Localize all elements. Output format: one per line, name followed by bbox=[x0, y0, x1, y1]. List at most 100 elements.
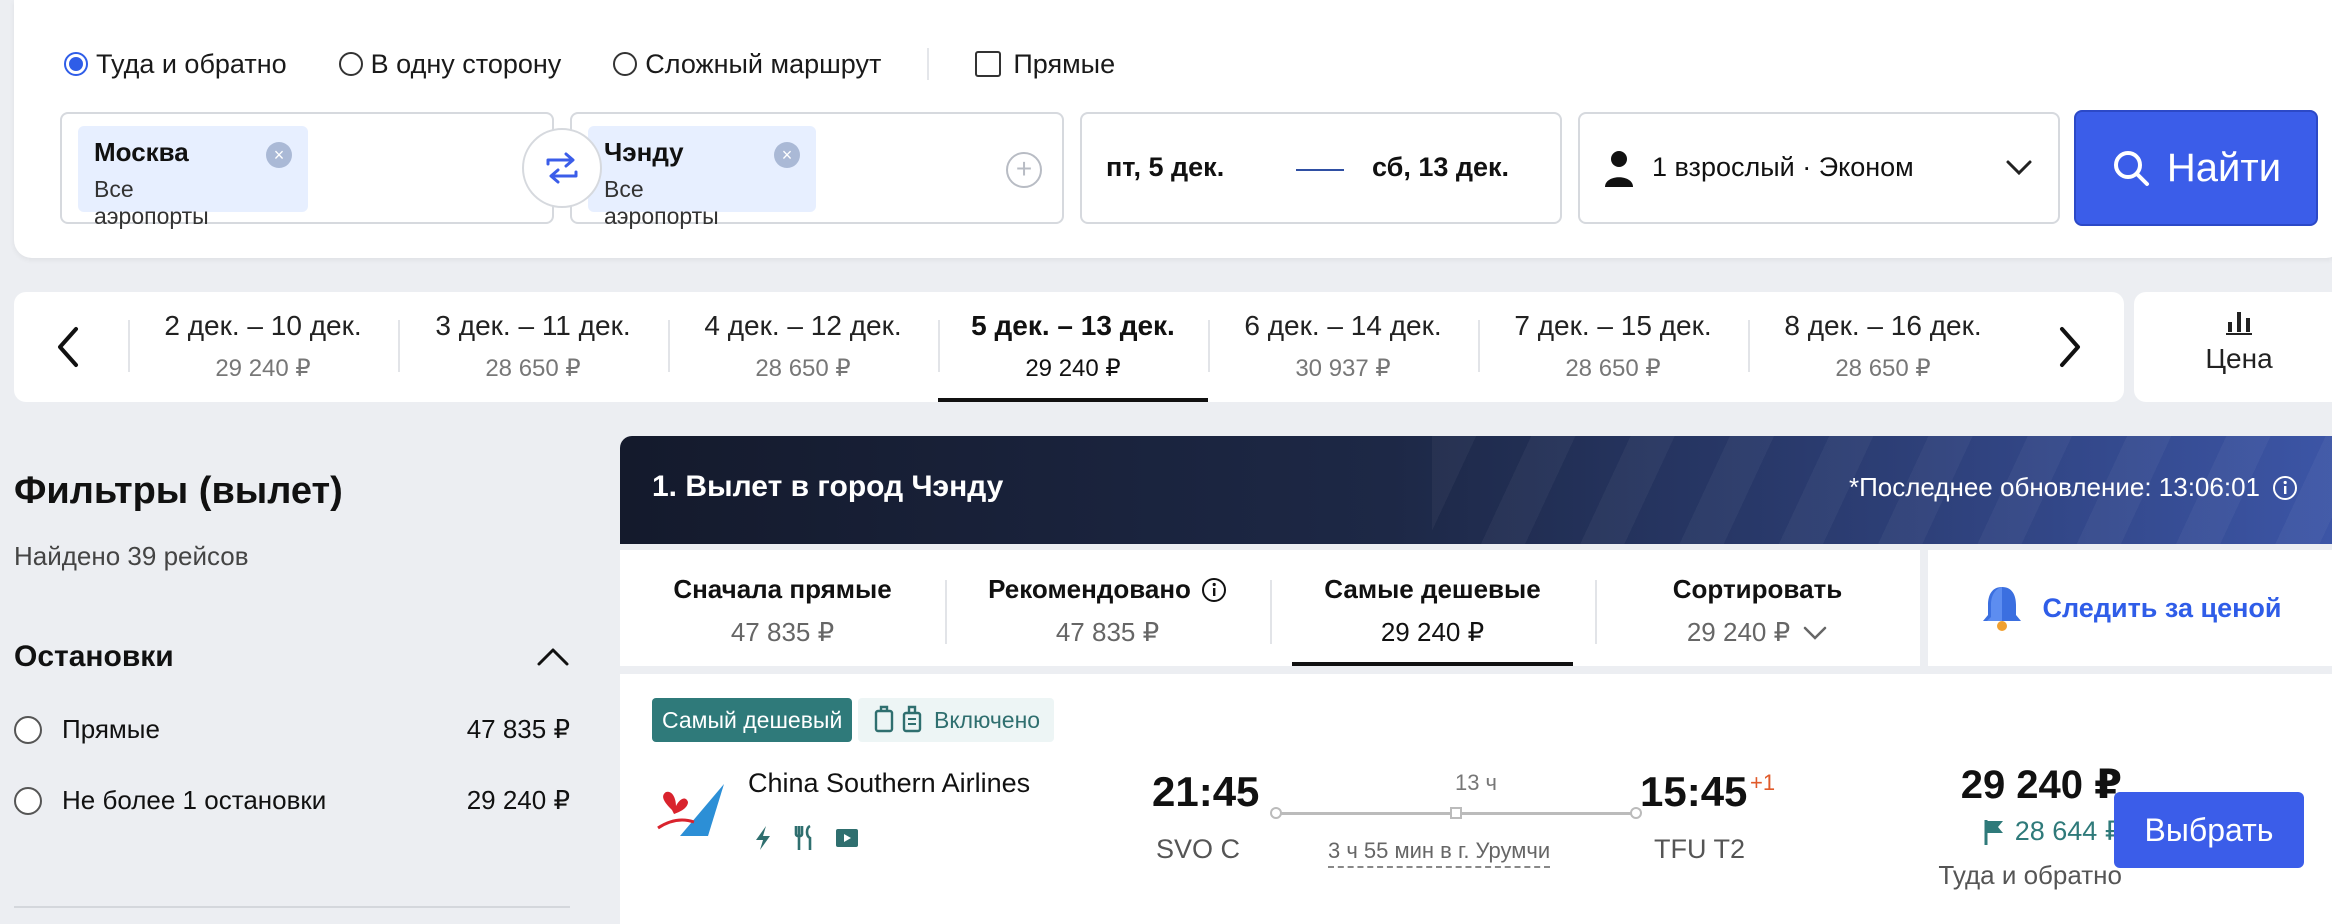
trip-type-roundtrip[interactable]: Туда и обратно bbox=[64, 49, 287, 80]
alt-price-value: 28 644 ₽ bbox=[2014, 816, 2122, 846]
clear-destination-icon[interactable]: × bbox=[774, 142, 800, 168]
passengers-field[interactable]: 1 взрослый · Эконом bbox=[1578, 112, 2060, 224]
price-chart-toggle[interactable]: Цена bbox=[2134, 292, 2332, 402]
origin-airports: Все аэропорты bbox=[94, 176, 209, 229]
stops-title: Остановки bbox=[14, 640, 174, 673]
stop-option-direct[interactable]: Прямые 47 835 ₽ bbox=[14, 714, 570, 745]
direct-checkbox[interactable] bbox=[975, 51, 1002, 77]
radio-roundtrip[interactable] bbox=[64, 52, 88, 76]
date-range: 2 дек. – 10 дек. bbox=[164, 310, 362, 341]
route-dot-stop bbox=[1450, 807, 1462, 819]
divider bbox=[14, 906, 570, 908]
date-price: 28 650 ₽ bbox=[485, 355, 581, 382]
passengers-summary: 1 взрослый · Эконом bbox=[1652, 152, 1914, 182]
bar-chart-icon bbox=[2226, 312, 2252, 335]
date-option[interactable]: 6 дек. – 14 дек. 30 937 ₽ bbox=[1208, 292, 1478, 402]
select-flight-button[interactable]: Выбрать bbox=[2114, 792, 2304, 868]
destination-field[interactable]: Чэнду Все аэропорты × + bbox=[570, 112, 1064, 229]
direct-label: Прямые bbox=[1013, 48, 1116, 79]
info-icon bbox=[1201, 577, 1226, 602]
stops-section-header[interactable]: Остановки bbox=[14, 640, 570, 674]
origin-field[interactable]: Москва Все аэропорты × bbox=[60, 112, 554, 229]
date-range: 6 дек. – 14 дек. bbox=[1244, 310, 1442, 341]
date-strip: 2 дек. – 10 дек. 29 240 ₽ 3 дек. – 11 дек… bbox=[14, 292, 2124, 402]
date-range: 5 дек. – 13 дек. bbox=[971, 310, 1175, 341]
date-separator bbox=[1296, 169, 1344, 171]
arrival-airport: TFU T2 bbox=[1654, 834, 1746, 864]
origin-city: Москва bbox=[94, 137, 189, 167]
date-price: 29 240 ₽ bbox=[1025, 355, 1121, 382]
stop-option-one-stop[interactable]: Не более 1 остановки 29 240 ₽ bbox=[14, 785, 570, 816]
chevron-left-icon bbox=[58, 327, 78, 367]
watch-price-label: Следить за ценой bbox=[2042, 592, 2282, 623]
clear-origin-icon[interactable]: × bbox=[266, 142, 292, 168]
origin-chip[interactable]: Москва Все аэропорты × bbox=[78, 126, 308, 229]
date-option[interactable]: 2 дек. – 10 дек. 29 240 ₽ bbox=[128, 292, 398, 402]
stop-price: 29 240 ₽ bbox=[466, 785, 570, 815]
route-line bbox=[1270, 807, 1642, 819]
sort-tab-price: 47 835 ₽ bbox=[730, 617, 835, 647]
date-option[interactable]: 4 дек. – 12 дек. 28 650 ₽ bbox=[668, 292, 938, 402]
meal-icon bbox=[792, 824, 818, 852]
watch-price-button[interactable]: Следить за ценой bbox=[1928, 550, 2332, 666]
info-icon bbox=[2273, 475, 2297, 500]
prev-dates-button[interactable] bbox=[48, 322, 88, 372]
last-update: *Последнее обновление: 13:06:01 bbox=[1849, 472, 2298, 503]
layover-info[interactable]: 3 ч 55 мин в г. Урумчи bbox=[1328, 838, 1551, 868]
filters-title: Фильтры (вылет) bbox=[14, 470, 343, 512]
next-dates-button[interactable] bbox=[2050, 322, 2090, 372]
alt-price: 28 644 ₽ bbox=[1822, 816, 2122, 847]
flag-icon bbox=[1984, 819, 2003, 845]
date-range: 8 дек. – 16 дек. bbox=[1784, 310, 1982, 341]
chevron-down-icon bbox=[2006, 160, 2032, 176]
sort-tab-custom[interactable]: Сортировать 29 240 ₽ bbox=[1595, 550, 1920, 666]
power-icon bbox=[750, 824, 776, 852]
search-button-label: Найти bbox=[2166, 145, 2282, 190]
sort-tab-title-row: Рекомендовано bbox=[945, 574, 1270, 605]
trip-type-oneway[interactable]: В одну сторону bbox=[338, 49, 561, 80]
trip-type-group: Туда и обратно В одну сторону Сложный ма… bbox=[64, 44, 1167, 84]
sort-tab-price-row: 29 240 ₽ bbox=[1595, 617, 1920, 648]
destination-city: Чэнду bbox=[604, 137, 684, 167]
sort-tab-direct-first[interactable]: Сначала прямые 47 835 ₽ bbox=[620, 550, 945, 666]
flight-card[interactable]: Самый дешевый Включено China Southern Ai… bbox=[620, 674, 2332, 924]
radio-multicity[interactable] bbox=[613, 52, 638, 76]
add-destination-icon[interactable]: + bbox=[1006, 152, 1042, 188]
trip-type-multicity[interactable]: Сложный маршрут bbox=[613, 49, 881, 80]
bell-icon bbox=[1982, 587, 2021, 631]
chevron-right-icon bbox=[2060, 327, 2080, 367]
search-button[interactable]: Найти bbox=[2074, 110, 2318, 226]
airline-name: China Southern Airlines bbox=[748, 768, 1031, 798]
sort-tab-title: Сортировать bbox=[1672, 574, 1843, 604]
swap-cities-button[interactable] bbox=[522, 128, 602, 208]
sort-tab-title: Самые дешевые bbox=[1324, 574, 1541, 604]
person-icon bbox=[1605, 151, 1633, 187]
radio-direct[interactable] bbox=[14, 715, 42, 744]
date-depart: пт, 5 дек. bbox=[1106, 152, 1225, 182]
radio-oneway[interactable] bbox=[338, 52, 363, 76]
date-return: сб, 13 дек. bbox=[1372, 152, 1510, 182]
swap-icon bbox=[546, 152, 578, 184]
luggage-icon bbox=[874, 705, 922, 733]
date-option-selected[interactable]: 5 дек. – 13 дек. 29 240 ₽ bbox=[938, 292, 1208, 402]
radio-one-stop[interactable] bbox=[14, 786, 42, 815]
destination-chip[interactable]: Чэнду Все аэропорты × bbox=[588, 126, 816, 229]
departure-time: 21:45 bbox=[1152, 768, 1260, 815]
sort-tab-recommended[interactable]: Рекомендовано 47 835 ₽ bbox=[945, 550, 1270, 666]
date-option[interactable]: 8 дек. – 16 дек. 28 650 ₽ bbox=[1748, 292, 2018, 402]
sort-tab-price: 47 835 ₽ bbox=[1055, 617, 1160, 647]
date-range: 7 дек. – 15 дек. bbox=[1514, 310, 1712, 341]
sort-tab-cheapest[interactable]: Самые дешевые 29 240 ₽ bbox=[1270, 550, 1595, 666]
chevron-down-icon bbox=[1803, 626, 1827, 640]
date-option[interactable]: 3 дек. – 11 дек. 28 650 ₽ bbox=[398, 292, 668, 402]
dates-field[interactable]: пт, 5 дек. сб, 13 дек. bbox=[1080, 112, 1562, 224]
direct-only-toggle[interactable]: Прямые bbox=[975, 49, 1115, 80]
amenities bbox=[750, 824, 876, 852]
price-note: Туда и обратно bbox=[1938, 860, 2122, 890]
flight-duration: 13 ч bbox=[1454, 770, 1498, 795]
date-price: 29 240 ₽ bbox=[215, 355, 311, 382]
date-option[interactable]: 7 дек. – 15 дек. 28 650 ₽ bbox=[1478, 292, 1748, 402]
sort-tabs: Сначала прямые 47 835 ₽ Рекомендовано 47… bbox=[620, 550, 1920, 666]
stop-price: 47 835 ₽ bbox=[466, 714, 570, 744]
price-toggle-label: Цена bbox=[2205, 343, 2273, 374]
